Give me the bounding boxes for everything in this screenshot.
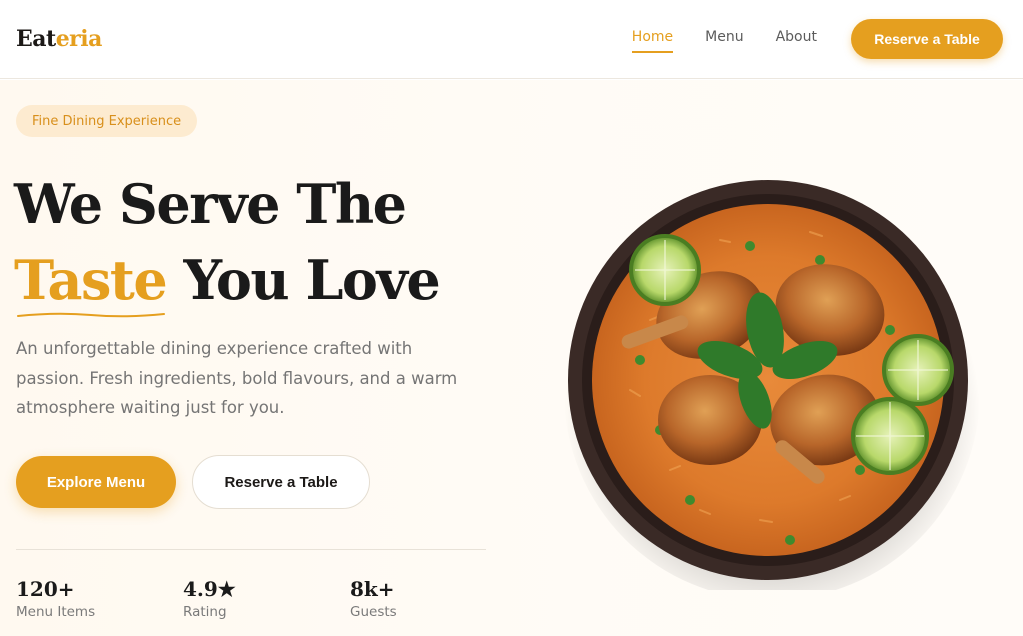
explore-menu-button[interactable]: Explore Menu (16, 456, 176, 508)
stat-value: 8k+ (350, 577, 395, 601)
brand-logo[interactable]: Eateria (16, 26, 102, 52)
main-nav: Home Menu About Reserve a Table (631, 19, 1003, 59)
headline-accent-word: Taste (14, 248, 168, 312)
stat-guests: 8k+ Guests (350, 576, 397, 620)
stat-label: Menu Items (16, 604, 96, 620)
nav-about-link[interactable]: About (776, 29, 817, 49)
experience-badge: Fine Dining Experience (16, 105, 198, 137)
hero-headline: We Serve The Taste You Love (14, 166, 441, 318)
stat-label: Guests (350, 604, 397, 620)
headline-rest: You Love (183, 248, 441, 312)
food-bowl-image (564, 180, 980, 590)
stat-rating: 4.9★ Rating (183, 576, 236, 620)
hero-section: Fine Dining Experience We Serve The Tast… (0, 80, 1023, 636)
header-reserve-button[interactable]: Reserve a Table (851, 19, 1003, 59)
stat-menu-items: 120+ Menu Items (16, 576, 95, 620)
nav-home-link[interactable]: Home (631, 29, 674, 53)
stat-value: 120+ (16, 577, 75, 601)
nav-menu-link[interactable]: Menu (705, 29, 743, 49)
accent-underline (17, 312, 165, 318)
headline-line-1: We Serve The (14, 172, 407, 236)
hero-description: An unforgettable dining experience craft… (16, 339, 458, 417)
stats-divider (16, 549, 486, 550)
site-header: Eateria Home Menu About Reserve a Table (0, 0, 1023, 79)
reserve-table-button[interactable]: Reserve a Table (192, 455, 370, 509)
stat-value: 4.9★ (183, 577, 236, 601)
stat-label: Rating (183, 604, 227, 620)
